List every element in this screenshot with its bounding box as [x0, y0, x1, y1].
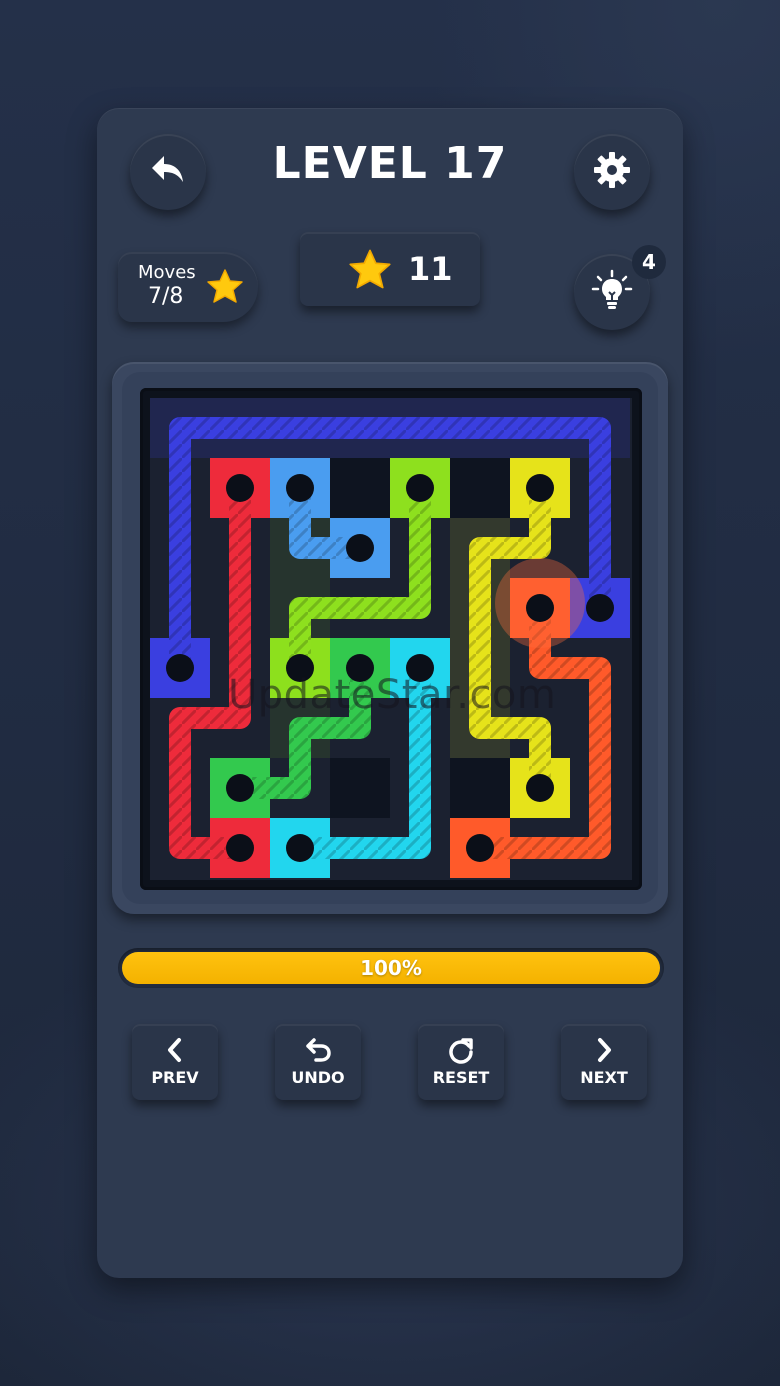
star-icon — [206, 268, 244, 308]
back-arrow-icon — [148, 152, 188, 192]
settings-button[interactable] — [568, 128, 656, 216]
progress-label: 100% — [360, 956, 422, 980]
game-board[interactable] — [140, 388, 642, 890]
progress-bar: 100% — [118, 948, 664, 988]
moves-value: 7/8 — [148, 284, 184, 309]
stars-counter: 11 — [300, 232, 480, 306]
next-label: NEXT — [580, 1068, 628, 1087]
back-button[interactable] — [124, 128, 212, 216]
gear-icon — [592, 150, 632, 194]
stars-value: 11 — [408, 250, 453, 288]
moves-counter: Moves 7/8 — [118, 252, 258, 322]
undo-label: UNDO — [291, 1068, 345, 1087]
level-title: LEVEL 17 — [272, 138, 508, 189]
board-svg[interactable] — [140, 388, 642, 890]
hint-count-badge: 4 — [632, 245, 666, 279]
lightbulb-icon — [590, 268, 634, 316]
chevron-right-icon — [561, 1036, 647, 1064]
reset-label: RESET — [432, 1068, 490, 1087]
prev-label: PREV — [151, 1068, 199, 1087]
next-button[interactable]: NEXT — [561, 1024, 647, 1100]
undo-button[interactable]: UNDO — [275, 1024, 361, 1100]
moves-label: Moves — [138, 262, 196, 283]
prev-button[interactable]: PREV — [132, 1024, 218, 1100]
undo-icon — [275, 1036, 361, 1064]
reset-button[interactable]: RESET — [418, 1024, 504, 1100]
star-icon — [348, 248, 392, 294]
reset-icon — [418, 1036, 504, 1064]
chevron-left-icon — [132, 1036, 218, 1064]
